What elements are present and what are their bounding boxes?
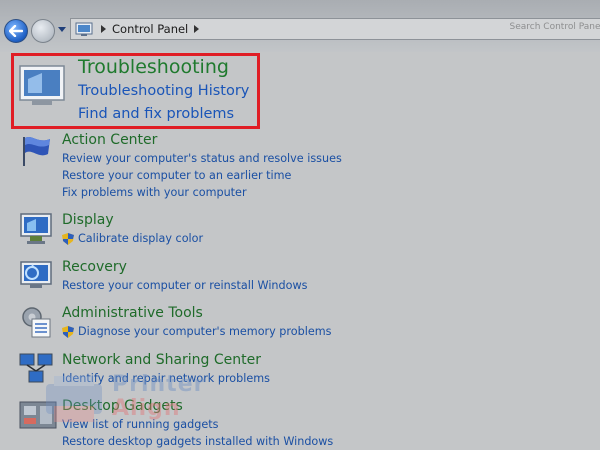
recent-pages-dropdown-icon[interactable]: [58, 27, 66, 32]
forward-button[interactable]: [31, 19, 55, 43]
display-item: Display Calibrate display color: [0, 212, 600, 252]
troubleshooting-title[interactable]: Troubleshooting: [78, 56, 229, 78]
action-center-title[interactable]: Action Center: [62, 132, 157, 148]
watermark-text: Printer: [112, 372, 206, 397]
restore-earlier-time-link[interactable]: Restore your computer to an earlier time: [62, 169, 291, 182]
network-sharing-title[interactable]: Network and Sharing Center: [62, 352, 261, 368]
display-title[interactable]: Display: [62, 212, 114, 228]
calibrate-display-link[interactable]: Calibrate display color: [78, 232, 203, 245]
troubleshooting-icon[interactable]: [18, 63, 66, 107]
control-panel-icon: [75, 22, 93, 36]
diagnose-memory-link[interactable]: Diagnose your computer's memory problems: [78, 325, 331, 338]
admin-tools-icon[interactable]: [18, 305, 54, 339]
fix-problems-link[interactable]: Fix problems with your computer: [62, 186, 247, 199]
uac-shield-icon: [62, 233, 74, 245]
breadcrumb-separator-icon[interactable]: [101, 25, 106, 33]
flag-icon[interactable]: [18, 134, 54, 168]
troubleshooting-history-link[interactable]: Troubleshooting History: [78, 83, 249, 99]
recovery-item: Recovery Restore your computer or reinst…: [0, 259, 600, 299]
watermark-text: Align: [112, 396, 181, 421]
back-button[interactable]: [4, 19, 28, 43]
action-center-item: Action Center Review your computer's sta…: [0, 132, 600, 200]
back-arrow-icon: [9, 25, 23, 37]
breadcrumb-separator-icon[interactable]: [194, 25, 199, 33]
desktop-gadgets-item: Desktop Gadgets View list of running gad…: [0, 398, 600, 450]
uac-shield-icon: [62, 326, 74, 338]
search-box-hint[interactable]: Search Control Panel: [510, 22, 600, 32]
restore-gadgets-link[interactable]: Restore desktop gadgets installed with W…: [62, 435, 333, 448]
review-status-link[interactable]: Review your computer's status and resolv…: [62, 152, 342, 165]
network-sharing-item: Network and Sharing Center Identify and …: [0, 352, 600, 392]
address-bar[interactable]: Control Panel Search Control Panel: [70, 18, 600, 40]
find-and-fix-problems-link[interactable]: Find and fix problems: [78, 106, 234, 122]
administrative-tools-item: Administrative Tools Diagnose your compu…: [0, 305, 600, 345]
network-icon[interactable]: [18, 352, 54, 386]
breadcrumb-control-panel[interactable]: Control Panel: [112, 22, 188, 36]
navigation-bar: Control Panel Search Control Panel: [0, 0, 600, 52]
troubleshooting-item: Troubleshooting Troubleshooting History …: [0, 56, 600, 128]
administrative-tools-title[interactable]: Administrative Tools: [62, 305, 203, 321]
monitor-icon[interactable]: [18, 212, 54, 246]
recovery-icon[interactable]: [18, 259, 54, 293]
gadgets-icon[interactable]: [18, 400, 58, 434]
restore-or-reinstall-link[interactable]: Restore your computer or reinstall Windo…: [62, 279, 307, 292]
recovery-title[interactable]: Recovery: [62, 259, 127, 275]
